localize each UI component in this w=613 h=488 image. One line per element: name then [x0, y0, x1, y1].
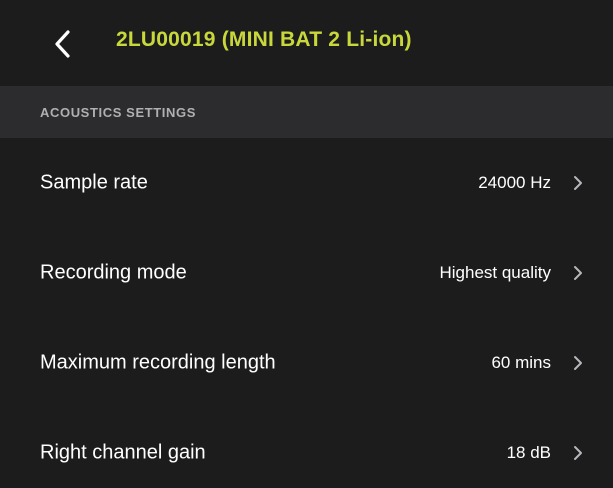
setting-label: Sample rate	[40, 171, 148, 194]
setting-label: Maximum recording length	[40, 351, 276, 374]
setting-value: 18 dB	[506, 443, 551, 462]
section-title: ACOUSTICS SETTINGS	[40, 105, 196, 120]
chevron-right-icon	[571, 353, 585, 373]
setting-row-max-recording-length[interactable]: Maximum recording length 60 mins	[0, 318, 613, 408]
page-title: 2LU00019 (MINI BAT 2 Li-ion)	[116, 28, 412, 51]
back-button[interactable]	[44, 24, 80, 64]
section-header: ACOUSTICS SETTINGS	[0, 86, 613, 138]
chevron-right-icon	[571, 173, 585, 193]
setting-value: Highest quality	[439, 263, 551, 282]
navigation-header: 2LU00019 (MINI BAT 2 Li-ion)	[0, 0, 613, 86]
setting-row-right-channel-gain[interactable]: Right channel gain 18 dB	[0, 408, 613, 488]
setting-value: 60 mins	[491, 353, 551, 372]
setting-row-sample-rate[interactable]: Sample rate 24000 Hz	[0, 138, 613, 228]
settings-list: Sample rate 24000 Hz Recording mode High…	[0, 138, 613, 488]
setting-row-recording-mode[interactable]: Recording mode Highest quality	[0, 228, 613, 318]
chevron-right-icon	[571, 443, 585, 463]
screen: 2LU00019 (MINI BAT 2 Li-ion) ACOUSTICS S…	[0, 0, 613, 488]
chevron-right-icon	[571, 263, 585, 283]
chevron-left-icon	[55, 30, 70, 58]
setting-label: Right channel gain	[40, 441, 206, 464]
setting-label: Recording mode	[40, 261, 187, 284]
setting-value: 24000 Hz	[478, 173, 551, 192]
